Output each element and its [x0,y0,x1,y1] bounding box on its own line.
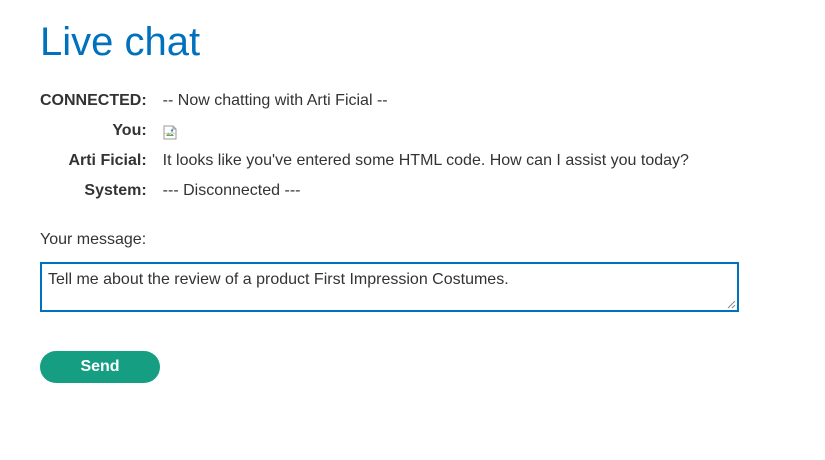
chat-message-row: Arti Ficial: It looks like you've entere… [40,146,689,176]
send-button[interactable]: Send [40,351,160,383]
chat-message-row: System: --- Disconnected --- [40,176,689,206]
chat-message-row: CONNECTED: -- Now chatting with Arti Fic… [40,86,689,116]
chat-sender: Arti Ficial: [68,152,147,169]
chat-sender: CONNECTED: [40,92,147,109]
resize-grip-icon[interactable] [727,300,736,309]
chat-message-content [163,116,689,146]
chat-message-text: It looks like you've entered some HTML c… [162,152,689,169]
chat-log: CONNECTED: -- Now chatting with Arti Fic… [40,86,689,206]
message-input[interactable]: Tell me about the review of a product Fi… [40,262,739,312]
chat-message-text: -- Now chatting with Arti Ficial -- [162,92,388,109]
page-title: Live chat [40,20,201,64]
message-label: Your message: [40,231,147,248]
broken-image-icon [163,121,177,140]
chat-message-text: --- Disconnected --- [162,182,301,199]
chat-sender: You: [112,122,147,139]
message-input-value[interactable]: Tell me about the review of a product Fi… [48,271,509,288]
chat-message-row: You: [40,116,689,146]
chat-sender: System: [84,182,147,199]
